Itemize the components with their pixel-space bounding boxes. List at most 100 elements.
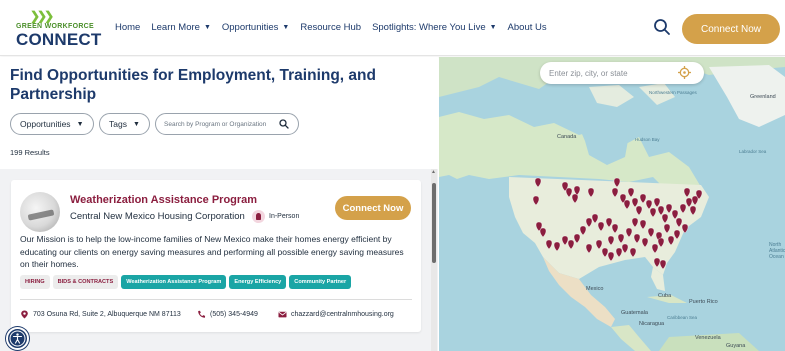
map-marker-icon[interactable] — [607, 251, 615, 262]
card-connect-now-button[interactable]: Connect Now — [335, 196, 411, 220]
map-marker-icon[interactable] — [561, 235, 569, 246]
map-marker-icon[interactable] — [611, 187, 619, 198]
nav-about-us[interactable]: About Us — [508, 22, 547, 33]
map-marker-icon[interactable] — [605, 217, 613, 228]
logo-tagline: GREEN WORKFORCE — [16, 23, 94, 30]
map-marker-icon[interactable] — [631, 197, 639, 208]
map-marker-icon[interactable] — [661, 213, 669, 224]
map-marker-icon[interactable] — [585, 217, 593, 228]
map-marker-icon[interactable] — [607, 235, 615, 246]
map-marker-icon[interactable] — [615, 247, 623, 258]
map-marker-icon[interactable] — [657, 237, 665, 248]
program-search-input[interactable]: Search by Program or Organization — [155, 113, 299, 135]
site-logo[interactable]: ❯❯❯ GREEN WORKFORCE CONNECT — [16, 10, 104, 50]
map-label-guyana: Guyana — [726, 343, 746, 349]
map-marker-icon[interactable] — [631, 217, 639, 228]
map-marker-icon[interactable] — [689, 205, 697, 216]
card-email[interactable]: chazzard@centralnmhousing.org — [278, 310, 394, 319]
map-marker-icon[interactable] — [613, 177, 621, 188]
map-marker-icon[interactable] — [532, 195, 540, 206]
program-title[interactable]: Weatherization Assistance Program — [70, 194, 257, 206]
map-label-greenland: Greenland — [750, 94, 776, 100]
map-marker-icon[interactable] — [653, 257, 661, 268]
map-marker-icon[interactable] — [587, 187, 595, 198]
nav-spotlights[interactable]: Spotlights: Where You Live ▼ — [372, 22, 496, 33]
scroll-up-arrow-icon[interactable]: ▲ — [431, 169, 436, 175]
map-marker-icon[interactable] — [553, 241, 561, 252]
map-marker-icon[interactable] — [657, 205, 665, 216]
map-marker-icon[interactable] — [571, 193, 579, 204]
map-marker-icon[interactable] — [611, 223, 619, 234]
map-marker-icon[interactable] — [681, 223, 689, 234]
map-marker-icon[interactable] — [579, 225, 587, 236]
map-marker-icon[interactable] — [625, 227, 633, 238]
site-header: ❯❯❯ GREEN WORKFORCE CONNECT Home Learn M… — [0, 0, 785, 56]
map-marker-icon[interactable] — [641, 237, 649, 248]
program-description: Our Mission is to help the low-income fa… — [20, 234, 404, 269]
map-marker-icon[interactable] — [595, 239, 603, 250]
map-marker-icon[interactable] — [567, 239, 575, 250]
map-marker-icon[interactable] — [635, 205, 643, 216]
map-marker-icon[interactable] — [649, 207, 657, 218]
map-marker-icon[interactable] — [591, 213, 599, 224]
map-marker-icon[interactable] — [645, 199, 653, 210]
locate-me-icon[interactable] — [678, 66, 691, 79]
nav-resource-hub[interactable]: Resource Hub — [300, 22, 361, 33]
opportunities-filter-dropdown[interactable]: Opportunities ▼ — [10, 113, 94, 135]
search-icon[interactable] — [279, 119, 289, 129]
map-marker-icon[interactable] — [647, 227, 655, 238]
tag-weatherization[interactable]: Weatherization Assistance Program — [121, 275, 227, 289]
map-marker-icon[interactable] — [565, 187, 573, 198]
map-marker-icon[interactable] — [617, 233, 625, 244]
tag-community-partner[interactable]: Community Partner — [289, 275, 352, 289]
card-address[interactable]: 703 Osuna Rd, Suite 2, Albuquerque NM 87… — [20, 310, 181, 319]
connect-now-button[interactable]: Connect Now — [682, 14, 780, 44]
map-marker-icon[interactable] — [585, 243, 593, 254]
card-divider — [20, 299, 412, 300]
map-marker-icon[interactable] — [671, 209, 679, 220]
tag-energy-efficiency[interactable]: Energy Efficiency — [229, 275, 287, 289]
map-marker-icon[interactable] — [633, 233, 641, 244]
map-marker-icon[interactable] — [675, 217, 683, 228]
map-marker-icon[interactable] — [653, 197, 661, 208]
tag-hiring[interactable]: HIRING — [20, 275, 50, 289]
map-marker-icon[interactable] — [665, 203, 673, 214]
map-label-nicaragua: Nicaragua — [639, 321, 665, 327]
map-label-mexico: Mexico — [586, 286, 604, 292]
map-marker-icon[interactable] — [623, 199, 631, 210]
map-marker-icon[interactable] — [573, 233, 581, 244]
map-marker-icon[interactable] — [659, 259, 667, 270]
nav-learn-more[interactable]: Learn More ▼ — [151, 22, 211, 33]
results-scrollbar-thumb[interactable] — [432, 183, 436, 263]
nav-home[interactable]: Home — [115, 22, 140, 33]
map-marker-icon[interactable] — [685, 197, 693, 208]
map-marker-icon[interactable] — [683, 187, 691, 198]
map-marker-icon[interactable] — [539, 227, 547, 238]
map-marker-icon[interactable] — [597, 221, 605, 232]
map-marker-icon[interactable] — [639, 219, 647, 230]
map-marker-icon[interactable] — [621, 243, 629, 254]
search-icon[interactable] — [653, 18, 671, 36]
tags-filter-dropdown[interactable]: Tags ▼ — [99, 113, 150, 135]
nav-opportunities[interactable]: Opportunities ▼ — [222, 22, 289, 33]
map-marker-icon[interactable] — [627, 187, 635, 198]
card-phone[interactable]: (505) 345-4949 — [197, 310, 258, 319]
tag-bids-contracts[interactable]: BIDS & CONTRACTS — [52, 275, 119, 289]
organization-avatar — [20, 192, 60, 232]
map-marker-icon[interactable] — [679, 203, 687, 214]
map-marker-icon[interactable] — [545, 239, 553, 250]
map-marker-icon[interactable] — [639, 193, 647, 204]
accessibility-button[interactable] — [6, 327, 29, 350]
opportunities-map[interactable]: Canada Greenland Northwestern Passages H… — [439, 57, 785, 351]
map-marker-icon[interactable] — [673, 229, 681, 240]
opportunity-card[interactable]: Weatherization Assistance Program Centra… — [11, 180, 421, 332]
in-person-icon — [252, 210, 265, 223]
map-marker-icon[interactable] — [629, 247, 637, 258]
map-marker-icon[interactable] — [534, 177, 542, 188]
map-marker-icon[interactable] — [663, 223, 671, 234]
map-marker-icon[interactable] — [691, 195, 699, 206]
map-marker-icon[interactable] — [667, 235, 675, 246]
map-marker-icon[interactable] — [573, 185, 581, 196]
map-marker-icon[interactable] — [651, 243, 659, 254]
map-marker-icon[interactable] — [601, 247, 609, 258]
